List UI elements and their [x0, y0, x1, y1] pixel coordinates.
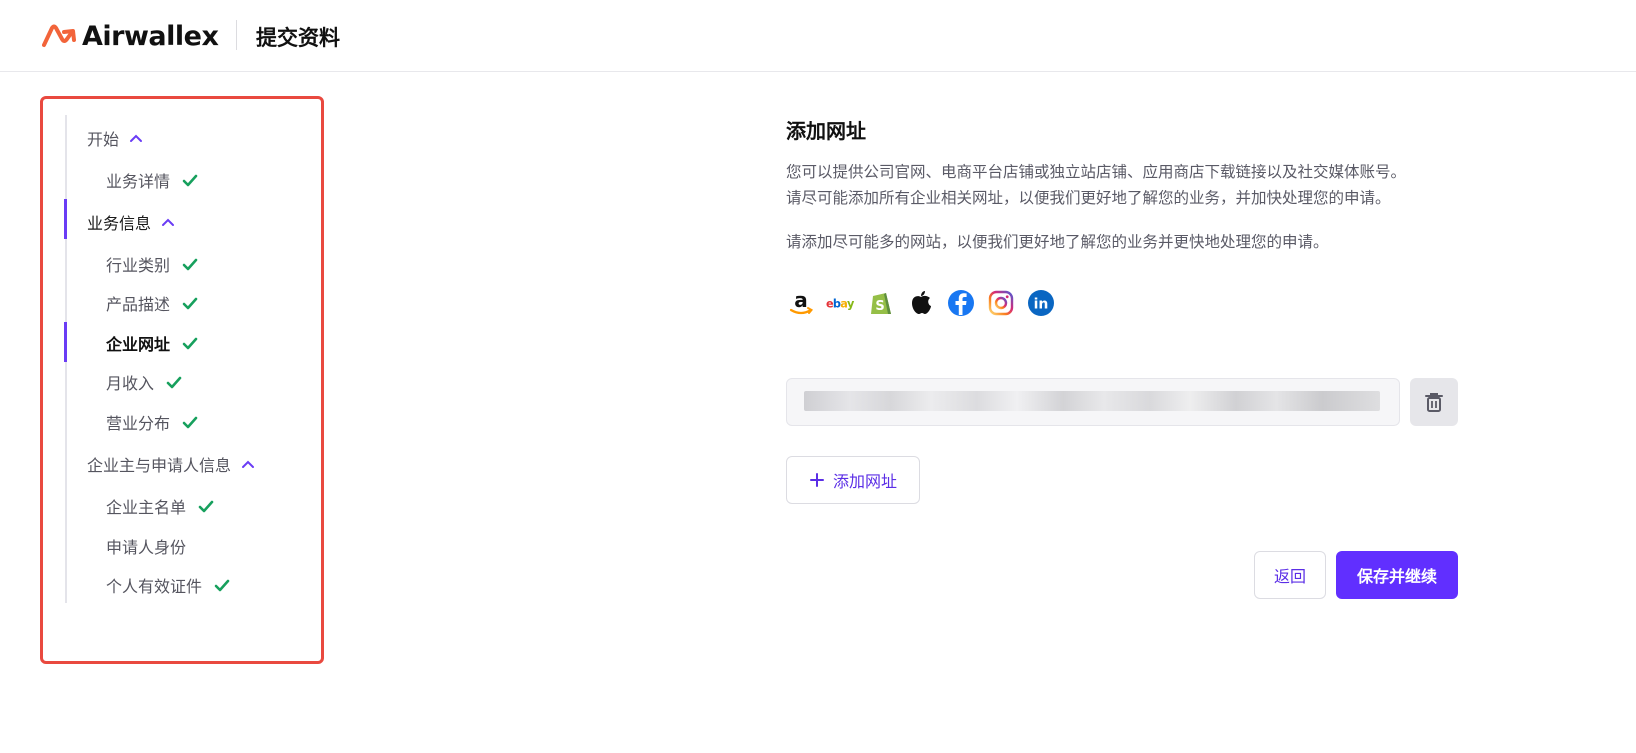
- check-icon: [182, 258, 198, 270]
- description-line-1: 您可以提供公司官网、电商平台店铺或独立站店铺、应用商店下载链接以及社交媒体账号。: [786, 163, 1407, 181]
- check-icon: [182, 297, 198, 309]
- check-icon: [214, 579, 230, 591]
- sidebar-item-personal-id[interactable]: 个人有效证件: [106, 573, 230, 597]
- sidebar-item-label: 行业类别: [106, 256, 171, 275]
- sidebar-item-label: 产品描述: [106, 295, 171, 314]
- add-url-label: 添加网址: [832, 472, 897, 491]
- back-button[interactable]: 返回: [1254, 551, 1326, 599]
- chevron-up-icon: [162, 218, 175, 226]
- sidebar-item-label: 营业分布: [106, 414, 171, 433]
- header-divider: [236, 20, 237, 50]
- add-url-button[interactable]: 添加网址: [786, 456, 920, 504]
- facebook-icon: [946, 288, 976, 318]
- sidebar-group-start[interactable]: 开始: [87, 126, 143, 150]
- sidebar-item-business-distribution[interactable]: 营业分布: [106, 410, 198, 434]
- shopify-icon: S: [866, 288, 896, 318]
- sidebar-group-label: 开始: [87, 130, 120, 149]
- check-icon: [182, 337, 198, 349]
- linkedin-icon: in: [1026, 288, 1056, 318]
- page-title: 提交资料: [256, 26, 340, 50]
- sidebar-item-label: 申请人身份: [106, 538, 187, 557]
- sidebar-item-label: 企业主名单: [106, 498, 187, 517]
- sidebar-group-business-info[interactable]: 业务信息: [87, 210, 175, 234]
- sidebar-item-monthly-revenue[interactable]: 月收入: [106, 370, 182, 394]
- chevron-up-icon: [242, 460, 255, 468]
- check-icon: [198, 500, 214, 512]
- sidebar-item-company-website[interactable]: 企业网址: [106, 331, 198, 355]
- website-url-input[interactable]: [786, 378, 1400, 426]
- brand-name: Airwallex: [82, 20, 219, 52]
- rail-active-item-marker: [64, 322, 67, 362]
- sidebar-group-label: 企业主与申请人信息: [87, 456, 232, 475]
- check-icon: [182, 416, 198, 428]
- svg-text:a: a: [794, 288, 808, 312]
- sidebar-item-owner-list[interactable]: 企业主名单: [106, 494, 214, 518]
- airwallex-logo-icon: [42, 24, 76, 47]
- sidebar-item-industry[interactable]: 行业类别: [106, 252, 198, 276]
- sidebar-item-label: 月收入: [106, 374, 155, 393]
- description-line-3: 请添加尽可能多的网站，以便我们更好地了解您的业务并更快地处理您的申请。: [786, 233, 1329, 251]
- plus-icon: [809, 473, 824, 487]
- sidebar-item-label: 个人有效证件: [106, 577, 203, 596]
- sidebar-item-applicant-identity[interactable]: 申请人身份: [106, 534, 186, 558]
- instagram-icon: [986, 288, 1016, 318]
- sidebar-group-owners-applicant[interactable]: 企业主与申请人信息: [87, 452, 255, 476]
- ebay-icon: ebay: [826, 288, 856, 318]
- apple-icon: [906, 288, 936, 318]
- amazon-icon: a: [786, 288, 816, 318]
- sidebar-item-label: 业务详情: [106, 172, 171, 191]
- delete-url-button[interactable]: [1410, 378, 1458, 426]
- sidebar-item-product-description[interactable]: 产品描述: [106, 291, 198, 315]
- trash-icon: [1425, 393, 1443, 412]
- description-line-2: 请尽可能添加所有企业相关网址，以便我们更好地了解您的业务，并加快处理您的申请。: [786, 189, 1391, 207]
- sidebar-group-label: 业务信息: [87, 214, 152, 233]
- save-and-continue-button[interactable]: 保存并继续: [1336, 551, 1458, 599]
- sidebar-item-business-details[interactable]: 业务详情: [106, 168, 198, 192]
- social-platform-icons: a ebay S in: [786, 288, 1056, 318]
- sidebar-item-label: 企业网址: [106, 335, 171, 354]
- svg-text:S: S: [875, 299, 884, 314]
- svg-text:ebay: ebay: [826, 298, 855, 311]
- top-header: Airwallex 提交资料: [0, 0, 1636, 72]
- check-icon: [182, 174, 198, 186]
- section-title: 添加网址: [786, 119, 866, 143]
- airwallex-logo[interactable]: Airwallex: [42, 20, 219, 52]
- svg-text:in: in: [1034, 297, 1049, 313]
- check-icon: [166, 376, 182, 388]
- chevron-up-icon: [130, 134, 143, 142]
- rail-active-group-marker: [64, 199, 67, 239]
